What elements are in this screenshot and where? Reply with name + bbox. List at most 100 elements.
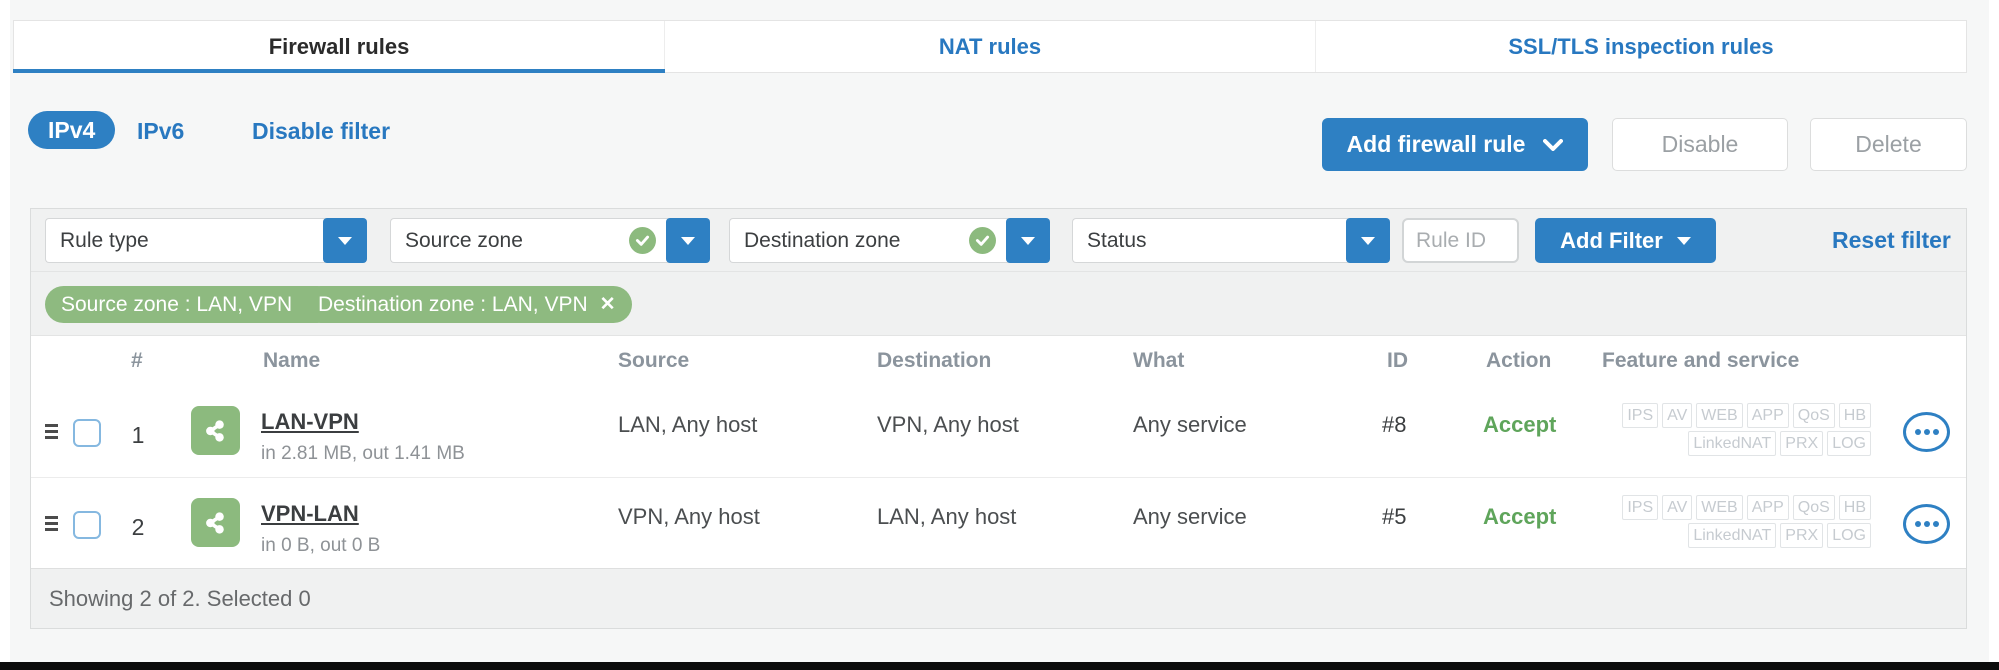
triangle-down-icon — [338, 237, 352, 245]
feature-badges: IPS AV WEB APP QoS HB LinkedNAT PRX LOG — [1619, 495, 1871, 548]
disable-button-label: Disable — [1662, 131, 1739, 158]
source-zone-filter-field: Source zone — [390, 218, 668, 263]
disable-button[interactable]: Disable — [1612, 118, 1788, 171]
triangle-down-icon — [1361, 237, 1375, 245]
badge-linkednat: LinkedNAT — [1688, 431, 1776, 456]
more-options-ellipsis-icon[interactable] — [1903, 412, 1950, 452]
rule-traffic-stats: in 2.81 MB, out 1.41 MB — [261, 443, 465, 465]
check-circle-icon — [969, 227, 996, 254]
reset-filter-link[interactable]: Reset filter — [1832, 218, 1951, 263]
table-row: 1 LAN-VPN in 2.81 MB, out 1.41 MB LAN, A… — [31, 386, 1966, 477]
cell-source: LAN, Any host — [618, 412, 757, 438]
top-tab-bar: Firewall rules NAT rules SSL/TLS inspect… — [13, 20, 1967, 73]
firewall-rules-panel: Rule type Source zone Destination zone — [30, 208, 1967, 629]
source-zone-filter-label: Source zone — [405, 229, 621, 253]
delete-button[interactable]: Delete — [1810, 118, 1967, 171]
status-filter-label: Status — [1087, 229, 1336, 253]
source-zone-filter-chip: Source zone : LAN, VPN ✕ — [45, 286, 336, 323]
add-firewall-rule-button[interactable]: Add firewall rule — [1322, 118, 1588, 171]
source-zone-filter-dropdown[interactable]: Source zone — [390, 218, 710, 263]
destination-zone-filter-field: Destination zone — [729, 218, 1008, 263]
feature-badges: IPS AV WEB APP QoS HB LinkedNAT PRX LOG — [1619, 403, 1871, 456]
table-footer: Showing 2 of 2. Selected 0 — [31, 568, 1966, 628]
badge-prx: PRX — [1780, 431, 1823, 456]
bottom-bar — [0, 662, 1999, 670]
status-filter-arrow-button[interactable] — [1346, 218, 1390, 263]
header-source: Source — [618, 336, 689, 386]
cell-what: Any service — [1133, 412, 1247, 438]
cell-action-accept: Accept — [1483, 412, 1556, 438]
add-firewall-rule-label: Add firewall rule — [1347, 131, 1526, 158]
destination-zone-filter-label: Destination zone — [744, 229, 961, 253]
tab-firewall-rules[interactable]: Firewall rules — [14, 21, 665, 72]
triangle-down-icon — [1677, 237, 1691, 245]
rule-name-link[interactable]: VPN-LAN — [261, 501, 359, 527]
triangle-down-icon — [1021, 237, 1035, 245]
rule-id-input[interactable] — [1402, 218, 1519, 263]
source-zone-filter-chip-label: Source zone : LAN, VPN — [61, 293, 292, 317]
badge-web: WEB — [1696, 495, 1742, 520]
badge-av: AV — [1662, 403, 1692, 428]
badge-app: APP — [1747, 403, 1789, 428]
disable-filter-link[interactable]: Disable filter — [252, 118, 390, 145]
rule-type-filter-field: Rule type — [45, 218, 325, 263]
status-filter-field: Status — [1072, 218, 1348, 263]
drag-handle-icon[interactable] — [45, 424, 58, 439]
tab-firewall-rules-label: Firewall rules — [269, 34, 410, 60]
tab-nat-rules[interactable]: NAT rules — [665, 21, 1316, 72]
destination-zone-filter-dropdown[interactable]: Destination zone — [729, 218, 1050, 263]
badge-app: APP — [1747, 495, 1789, 520]
destination-zone-filter-chip: Destination zone : LAN, VPN ✕ — [302, 286, 632, 323]
cell-what: Any service — [1133, 504, 1247, 530]
ipv6-toggle[interactable]: IPv6 — [137, 118, 184, 145]
tab-nat-rules-label: NAT rules — [939, 34, 1041, 60]
rule-type-filter-dropdown[interactable]: Rule type — [45, 218, 367, 263]
badge-web: WEB — [1696, 403, 1742, 428]
header-index: # — [131, 336, 143, 386]
ipv4-toggle[interactable]: IPv4 — [28, 111, 115, 149]
cell-rule-id: #5 — [1382, 504, 1406, 530]
remove-chip-icon[interactable]: ✕ — [600, 295, 616, 314]
badge-hb: HB — [1839, 403, 1871, 428]
badge-log: LOG — [1827, 431, 1871, 456]
add-filter-button-label: Add Filter — [1560, 228, 1663, 254]
drag-handle-icon[interactable] — [45, 516, 58, 531]
tab-ssl-tls-inspection-rules[interactable]: SSL/TLS inspection rules — [1316, 21, 1966, 72]
rule-type-filter-arrow-button[interactable] — [323, 218, 367, 263]
badge-av: AV — [1662, 495, 1692, 520]
badge-qos: QoS — [1793, 495, 1835, 520]
row-checkbox[interactable] — [73, 419, 101, 447]
more-options-ellipsis-icon[interactable] — [1903, 504, 1950, 544]
cell-rule-id: #8 — [1382, 412, 1406, 438]
header-what: What — [1133, 336, 1184, 386]
rule-share-icon — [191, 406, 240, 455]
header-name: Name — [263, 336, 320, 386]
header-destination: Destination — [877, 336, 991, 386]
destination-zone-filter-chip-label: Destination zone : LAN, VPN — [318, 293, 588, 317]
row-index: 1 — [122, 422, 154, 449]
header-id: ID — [1387, 336, 1408, 386]
table-header-row: # Name Source Destination What ID Action… — [31, 336, 1966, 386]
badge-ips: IPS — [1622, 495, 1658, 520]
rule-share-icon — [191, 498, 240, 547]
header-action: Action — [1486, 336, 1551, 386]
row-checkbox[interactable] — [73, 511, 101, 539]
badge-prx: PRX — [1780, 523, 1823, 548]
cell-source: VPN, Any host — [618, 504, 760, 530]
badge-ips: IPS — [1622, 403, 1658, 428]
header-feature-and-service: Feature and service — [1602, 336, 1799, 386]
badge-log: LOG — [1827, 523, 1871, 548]
rule-type-filter-label: Rule type — [60, 229, 313, 253]
badge-hb: HB — [1839, 495, 1871, 520]
status-filter-dropdown[interactable]: Status — [1072, 218, 1390, 263]
badge-linkednat: LinkedNAT — [1688, 523, 1776, 548]
row-index: 2 — [122, 514, 154, 541]
cell-destination: VPN, Any host — [877, 412, 1019, 438]
source-zone-filter-arrow-button[interactable] — [666, 218, 710, 263]
rule-name-link[interactable]: LAN-VPN — [261, 409, 359, 435]
active-filter-chips-bar: Source zone : LAN, VPN ✕ Destination zon… — [31, 272, 1966, 336]
tab-ssl-tls-inspection-rules-label: SSL/TLS inspection rules — [1508, 34, 1773, 60]
destination-zone-filter-arrow-button[interactable] — [1006, 218, 1050, 263]
cell-action-accept: Accept — [1483, 504, 1556, 530]
add-filter-button[interactable]: Add Filter — [1535, 218, 1716, 263]
